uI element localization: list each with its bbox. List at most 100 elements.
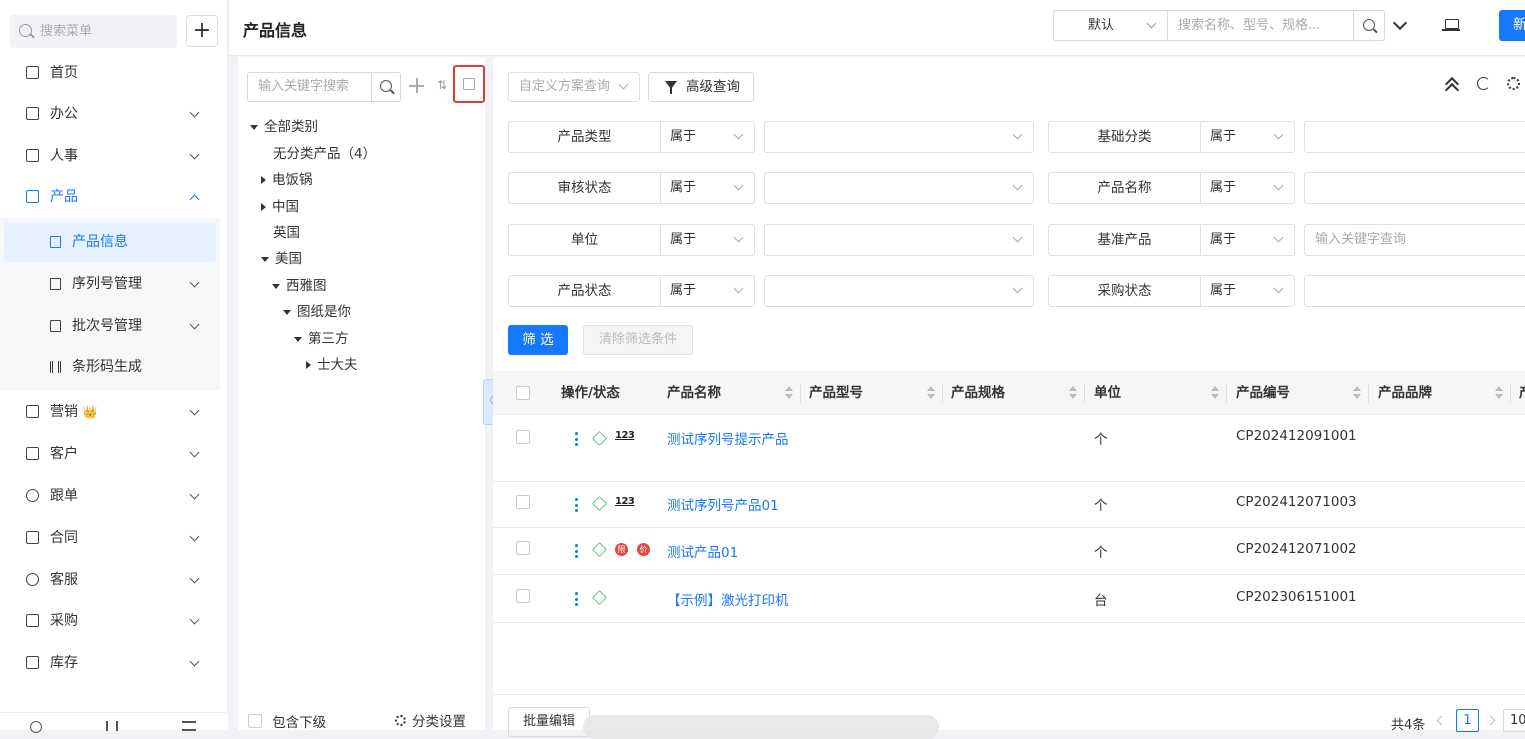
filter-operator-select[interactable]: 属于	[1200, 172, 1295, 204]
column-header-more[interactable]: 产	[1519, 371, 1525, 415]
tree-search-input[interactable]: 输入关键字搜索	[247, 72, 372, 102]
column-header-unit[interactable]: 单位	[1094, 371, 1121, 415]
more-actions-icon[interactable]	[575, 498, 578, 512]
tree-node-seattle[interactable]: 西雅图	[272, 276, 327, 296]
filter-operator-select[interactable]: 属于	[1200, 121, 1295, 153]
category-settings-button[interactable]: 分类设置	[395, 710, 466, 730]
table-row[interactable]: 123 测试序列号产品01 个 CP202412071003	[493, 482, 1525, 528]
tree-node-rice-cooker[interactable]: 电饭锅	[261, 170, 313, 190]
page-button-current[interactable]: 1	[1456, 709, 1479, 732]
laptop-icon[interactable]	[1442, 19, 1460, 31]
filter-value-select[interactable]	[764, 172, 1034, 204]
sidebar-item-marketing[interactable]: 营销 👑	[0, 392, 228, 432]
tree-search-button[interactable]	[371, 72, 401, 102]
search-button[interactable]	[1353, 10, 1385, 41]
sidebar-item-service[interactable]: 客服	[0, 560, 228, 600]
more-actions-icon[interactable]	[575, 592, 578, 606]
filter-operator-select[interactable]: 属于	[660, 224, 755, 256]
sidebar-item-home[interactable]: 首页	[0, 53, 228, 93]
filter-value-input[interactable]	[1304, 121, 1525, 153]
prev-page-icon[interactable]	[1436, 715, 1447, 726]
product-search-input[interactable]: 搜索名称、型号、规格...	[1167, 10, 1354, 41]
include-sub-row[interactable]: 包含下级	[248, 711, 326, 731]
add-category-icon[interactable]	[409, 78, 424, 93]
gear-icon[interactable]	[1507, 77, 1520, 90]
filter-value-input[interactable]	[1304, 275, 1525, 307]
row-checkbox[interactable]	[516, 589, 530, 603]
sidebar-subitem-product-info[interactable]: 产品信息	[4, 222, 216, 262]
horizontal-scrollbar[interactable]	[583, 715, 939, 739]
sidebar-subitem-batch[interactable]: 批次号管理	[0, 306, 220, 346]
sidebar-item-product[interactable]: 产品	[0, 177, 228, 217]
sidebar-item-purchase[interactable]: 采购	[0, 601, 228, 641]
row-checkbox[interactable]	[516, 430, 530, 444]
page-size-select[interactable]: 10	[1503, 709, 1525, 732]
product-name-link[interactable]: 【示例】激光打印机	[667, 589, 789, 609]
sidebar-subitem-barcode[interactable]: 条形码生成	[0, 347, 220, 387]
expand-chevron-icon[interactable]	[1392, 15, 1408, 31]
sort-icon[interactable]	[785, 386, 793, 400]
filter-operator-select[interactable]: 属于	[1200, 275, 1295, 307]
advanced-query-button[interactable]: 高级查询	[648, 72, 754, 102]
new-product-button[interactable]: 新	[1499, 10, 1525, 41]
tree-node-sdf[interactable]: 士大夫	[306, 355, 358, 375]
batch-edit-button[interactable]: 批量编辑	[508, 707, 590, 737]
column-header-spec[interactable]: 产品规格	[951, 371, 1005, 415]
product-name-link[interactable]: 测试序列号提示产品	[667, 428, 789, 448]
apply-filter-button[interactable]: 筛 选	[508, 325, 568, 355]
table-row[interactable]: 123 测试序列号提示产品 个 CP202412091001	[493, 415, 1525, 482]
sidebar-item-followup[interactable]: 跟单	[0, 476, 228, 516]
sort-icon[interactable]	[1069, 386, 1077, 400]
column-header-model[interactable]: 产品型号	[809, 371, 863, 415]
tree-node-china[interactable]: 中国	[261, 197, 299, 217]
refresh-icon[interactable]	[1477, 77, 1490, 90]
tree-node-uk[interactable]: 英国	[273, 223, 300, 243]
tree-node-uncategorized[interactable]: 无分类产品（4）	[273, 144, 376, 164]
clear-filter-button[interactable]: 清除筛选条件	[583, 325, 693, 355]
table-row[interactable]: 限 价 测试产品01 个 CP202412071002	[493, 528, 1525, 575]
next-page-icon[interactable]	[1485, 715, 1496, 726]
more-actions-icon[interactable]	[575, 432, 578, 446]
filter-value-select[interactable]	[764, 121, 1034, 153]
product-name-link[interactable]: 测试序列号产品01	[667, 494, 779, 514]
menu-search-input[interactable]: 搜索菜单	[10, 15, 177, 48]
tree-node-drawing[interactable]: 图纸是你	[283, 302, 351, 322]
history-icon[interactable]	[30, 721, 42, 733]
filter-operator-select[interactable]: 属于	[660, 121, 755, 153]
sidebar-item-customer[interactable]: 客户	[0, 434, 228, 474]
filter-operator-select[interactable]: 属于	[660, 275, 755, 307]
column-header-name[interactable]: 产品名称	[667, 371, 721, 415]
column-header-code[interactable]: 产品编号	[1236, 371, 1290, 415]
filter-operator-select[interactable]: 属于	[1200, 224, 1295, 256]
sort-icon[interactable]	[1495, 386, 1503, 400]
edit-category-button[interactable]	[453, 65, 485, 103]
filter-value-input[interactable]: 输入关键字查询	[1304, 224, 1525, 256]
add-menu-button[interactable]: +	[186, 15, 218, 47]
sort-icon[interactable]	[927, 386, 935, 400]
tree-node-usa[interactable]: 美国	[261, 249, 302, 269]
filter-value-input[interactable]	[1304, 172, 1525, 204]
sidebar-item-office[interactable]: 办公	[0, 94, 228, 134]
sidebar-item-hr[interactable]: 人事	[0, 136, 228, 176]
sidebar-item-inventory[interactable]: 库存	[0, 643, 228, 683]
sort-icon[interactable]	[1353, 386, 1361, 400]
filter-value-select[interactable]	[764, 275, 1034, 307]
row-checkbox[interactable]	[516, 495, 530, 509]
table-row[interactable]: 【示例】激光打印机 台 CP202306151001	[493, 575, 1525, 623]
scheme-select[interactable]: 默认	[1053, 10, 1168, 41]
sidebar-item-contract[interactable]: 合同	[0, 518, 228, 558]
filter-value-select[interactable]	[764, 224, 1034, 256]
select-all-checkbox[interactable]	[516, 386, 530, 400]
include-sub-checkbox[interactable]	[248, 714, 262, 728]
product-name-link[interactable]: 测试产品01	[667, 541, 738, 561]
more-actions-icon[interactable]	[575, 544, 578, 558]
column-header-brand[interactable]: 产品品牌	[1378, 371, 1432, 415]
sidebar-subitem-serial[interactable]: 序列号管理	[0, 264, 220, 304]
sort-icon[interactable]: ⇅	[437, 78, 451, 93]
row-checkbox[interactable]	[516, 541, 530, 555]
tree-node-all[interactable]: 全部类别	[250, 117, 318, 137]
sort-icon[interactable]	[1211, 386, 1219, 400]
filter-operator-select[interactable]: 属于	[660, 172, 755, 204]
custom-query-select[interactable]: 自定义方案查询	[508, 72, 640, 102]
tree-node-third-party[interactable]: 第三方	[294, 329, 349, 349]
